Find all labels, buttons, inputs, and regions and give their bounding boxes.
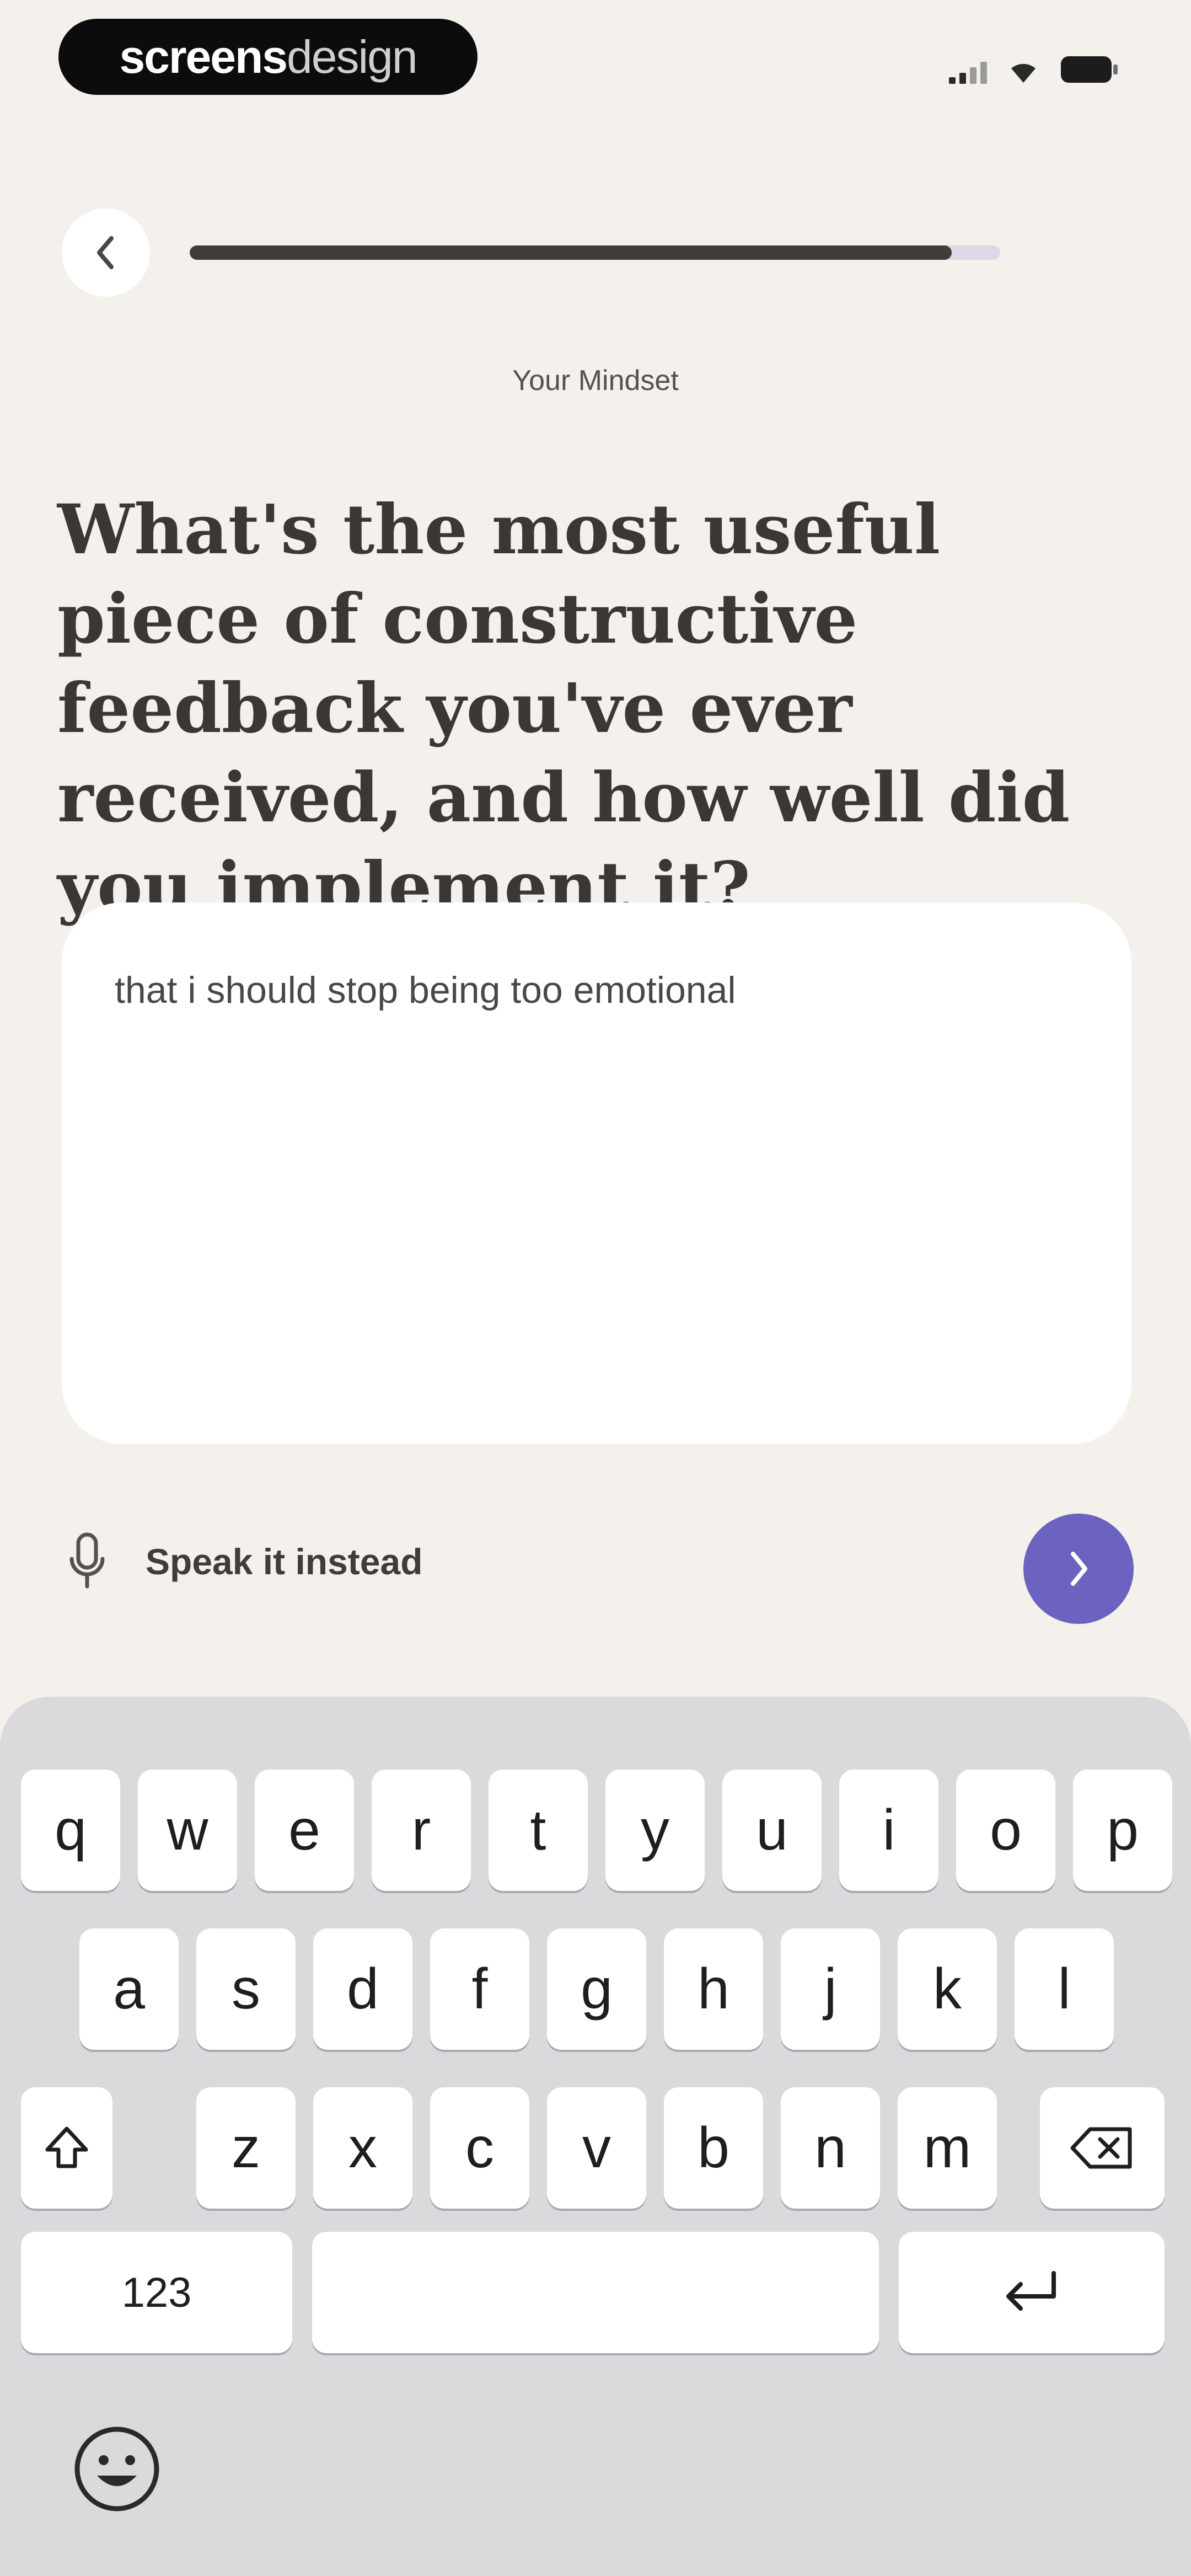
key-v[interactable]: v <box>547 2087 646 2209</box>
key-j[interactable]: j <box>781 1928 880 2050</box>
backspace-key[interactable] <box>1040 2087 1165 2209</box>
key-g[interactable]: g <box>547 1928 646 2050</box>
key-o[interactable]: o <box>956 1770 1055 1891</box>
progress-bar <box>190 245 1000 260</box>
key-p[interactable]: p <box>1073 1770 1172 1891</box>
key-s[interactable]: s <box>196 1928 296 2050</box>
answer-text-area[interactable]: that i should stop being too emotional <box>62 902 1131 1444</box>
app-screen: screens design Your Mindset What's the m… <box>0 0 1191 2576</box>
answer-text: that i should stop being too emotional <box>115 969 736 1011</box>
key-f[interactable]: f <box>430 1928 529 2050</box>
speak-instead-button[interactable]: Speak it instead <box>67 1531 423 1592</box>
key-k[interactable]: k <box>898 1928 997 2050</box>
numbers-key[interactable]: 123 <box>21 2232 292 2353</box>
next-button[interactable] <box>1023 1514 1134 1624</box>
key-e[interactable]: e <box>255 1770 354 1891</box>
key-u[interactable]: u <box>722 1770 822 1891</box>
watermark-bold-text: screens <box>119 30 288 83</box>
key-l[interactable]: l <box>1015 1928 1114 2050</box>
progress-fill <box>190 245 952 260</box>
key-b[interactable]: b <box>664 2087 763 2209</box>
key-i[interactable]: i <box>839 1770 938 1891</box>
key-t[interactable]: t <box>489 1770 588 1891</box>
key-h[interactable]: h <box>664 1928 763 2050</box>
key-z[interactable]: z <box>196 2087 296 2209</box>
key-x[interactable]: x <box>313 2087 412 2209</box>
speak-instead-label: Speak it instead <box>146 1541 423 1582</box>
shift-key[interactable] <box>21 2087 112 2209</box>
key-n[interactable]: n <box>781 2087 880 2209</box>
watermark-light-text: design <box>287 30 418 83</box>
key-m[interactable]: m <box>898 2087 997 2209</box>
emoji-icon <box>74 2427 159 2511</box>
section-label: Your Mindset <box>512 365 679 397</box>
screensdesign-watermark: screens design <box>58 19 478 95</box>
shift-icon <box>45 2126 88 2168</box>
battery-icon <box>1060 55 1119 84</box>
chevron-right-icon <box>1071 1552 1087 1586</box>
key-w[interactable]: w <box>138 1770 237 1891</box>
cellular-signal-icon <box>949 60 987 84</box>
key-q[interactable]: q <box>21 1770 120 1891</box>
back-button[interactable] <box>62 209 150 297</box>
key-c[interactable]: c <box>430 2087 529 2209</box>
question-title: What's the most useful piece of construc… <box>57 490 1070 927</box>
return-icon <box>1006 2271 1056 2311</box>
key-d[interactable]: d <box>313 1928 412 2050</box>
space-key[interactable] <box>312 2232 879 2353</box>
key-y[interactable]: y <box>605 1770 705 1891</box>
wifi-icon <box>1006 57 1041 84</box>
keyboard: 123 qwertyuiop asdfghjkl zxcvbnm <box>0 1697 1191 2576</box>
chevron-left-icon <box>97 236 114 269</box>
microphone-icon <box>69 1532 105 1589</box>
key-a[interactable]: a <box>79 1928 179 2050</box>
status-icons <box>949 51 1119 84</box>
backspace-icon <box>1070 2127 1132 2169</box>
key-r[interactable]: r <box>372 1770 471 1891</box>
emoji-button[interactable] <box>71 2423 163 2515</box>
return-key[interactable] <box>899 2232 1165 2353</box>
